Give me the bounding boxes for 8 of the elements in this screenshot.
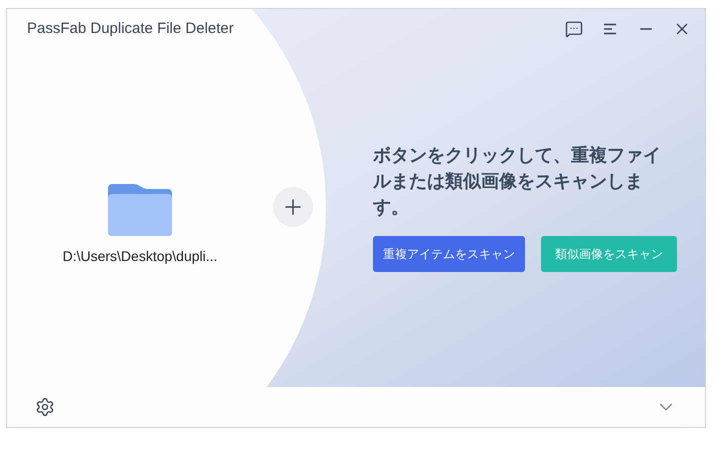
settings-icon[interactable] bbox=[35, 397, 55, 417]
menu-icon[interactable] bbox=[603, 23, 617, 35]
chat-icon[interactable] bbox=[565, 20, 583, 38]
scan-button[interactable]: 重複アイテムをスキャン bbox=[373, 236, 525, 272]
window-title: PassFab Duplicate File Deleter bbox=[27, 18, 234, 39]
scan-button[interactable]: 類似画像をスキャン bbox=[541, 236, 677, 272]
folder-path: D:\Users\Desktop\dupli... bbox=[62, 246, 218, 266]
instruction-text: ボタンをクリックして、重複ファイルまたは類似画像をスキャンします。 bbox=[373, 144, 662, 219]
